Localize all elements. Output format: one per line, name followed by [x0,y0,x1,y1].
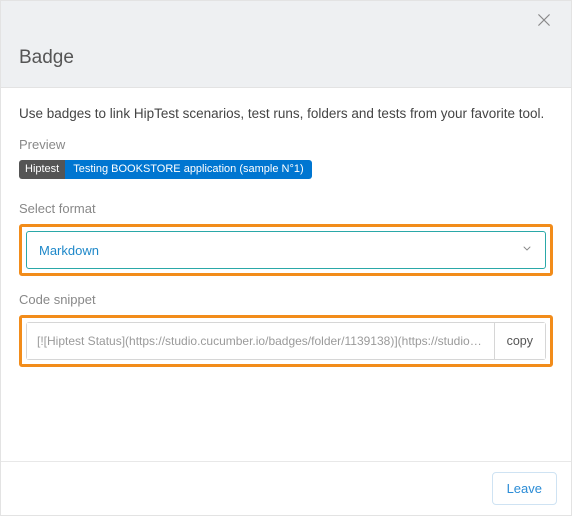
snippet-highlight: copy [19,315,553,367]
chevron-down-icon [521,243,533,258]
copy-button[interactable]: copy [494,322,546,360]
format-highlight: Markdown [19,224,553,276]
badge-right: Testing BOOKSTORE application (sample N°… [65,160,311,179]
snippet-input[interactable] [26,322,494,360]
dialog-header: Badge [1,1,571,88]
format-label: Select format [19,201,553,216]
description-text: Use badges to link HipTest scenarios, te… [19,106,553,121]
format-select[interactable]: Markdown [26,231,546,269]
badge-left: Hiptest [19,160,65,179]
leave-button[interactable]: Leave [492,472,557,505]
preview-label: Preview [19,137,553,152]
preview-badge: Hiptest Testing BOOKSTORE application (s… [19,160,312,179]
dialog-content: Use badges to link HipTest scenarios, te… [1,88,571,401]
close-icon [535,11,553,29]
close-button[interactable] [535,11,557,33]
snippet-label: Code snippet [19,292,553,307]
snippet-row: copy [26,322,546,360]
dialog-title: Badge [19,47,553,69]
dialog-footer: Leave [1,461,571,515]
format-value: Markdown [39,243,99,258]
